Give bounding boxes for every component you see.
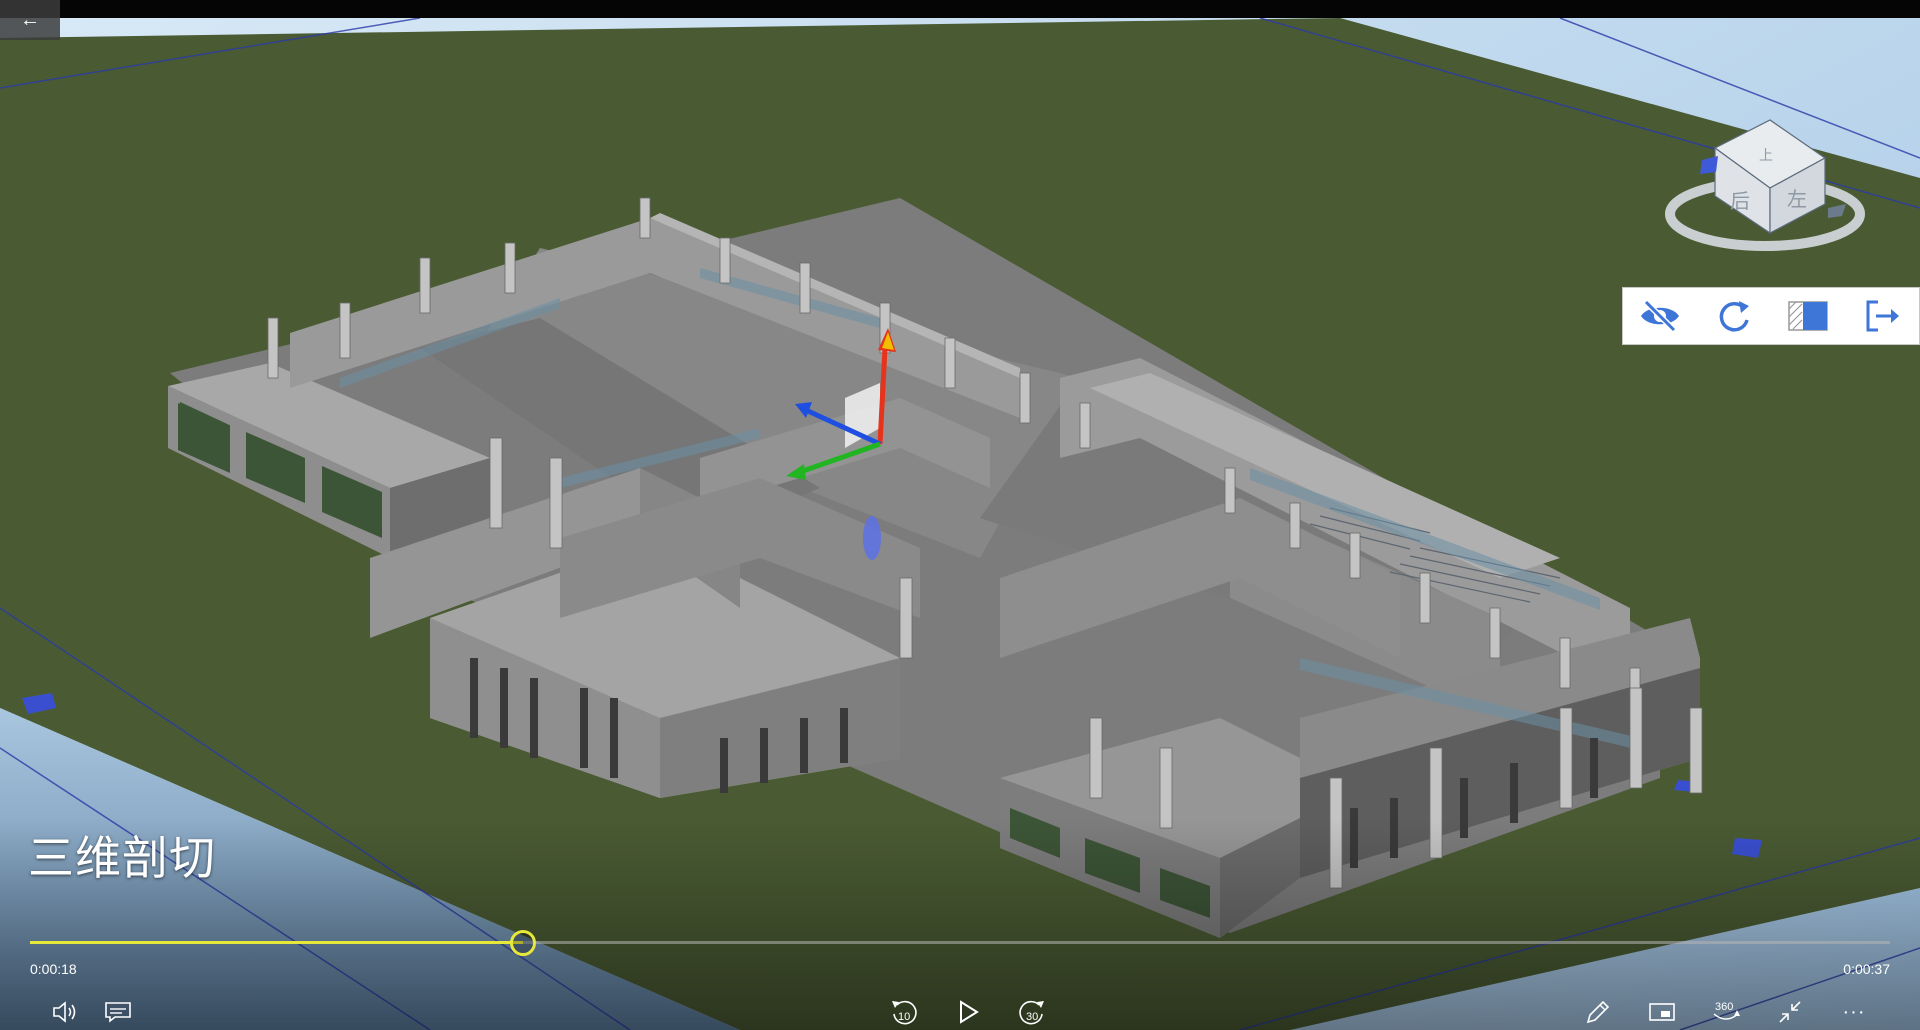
section-box-button[interactable] [1780,291,1836,341]
more-icon: ··· [1842,1000,1866,1023]
more-button[interactable]: ··· [1822,994,1886,1030]
view-360-button[interactable]: 360 [1694,994,1758,1030]
skip-forward-button[interactable]: 30 [1000,994,1064,1030]
back-button[interactable]: ← [0,0,60,40]
section-box-icon [1788,301,1828,331]
controls-left [40,994,144,1030]
reset-button[interactable] [1706,291,1762,341]
exit-icon [1866,300,1899,332]
collapse-icon [1779,1001,1801,1023]
view-cube-left-label: 左 [1787,187,1807,211]
subtitles-button[interactable] [92,994,144,1030]
pen-icon [1586,1000,1610,1024]
play-button[interactable] [936,994,1000,1030]
eye-off-icon [1641,299,1679,333]
video-caption: 三维剖切 [28,832,216,884]
clip-toolbar [1622,287,1920,345]
play-icon [960,1000,979,1024]
exit-clip-button[interactable] [1854,291,1910,341]
skip-back-button[interactable]: 10 [872,994,936,1030]
total-time: 0:00:37 [1843,961,1890,977]
seek-bar[interactable] [30,930,1890,956]
controls-center: 10 30 [872,994,1064,1030]
seek-thumb[interactable] [509,930,536,956]
miniview-icon [1649,1003,1675,1021]
volume-icon [53,1001,76,1023]
title-bar [0,0,1920,18]
controls-right: 360 ··· [1566,994,1886,1030]
current-time: 0:00:18 [30,961,77,977]
view-cube-top-label: 上 [1759,148,1773,164]
view-360-label: 360 [1715,1001,1734,1013]
hide-toggle-button[interactable] [1632,291,1688,341]
skip-back-label: 10 [898,1011,911,1023]
rotate-icon [1719,301,1749,332]
3d-viewport[interactable]: 上 后 左 [0,18,1920,1030]
volume-button[interactable] [40,994,92,1030]
skip-forward-label: 30 [1026,1011,1039,1023]
subtitles-icon [105,1002,131,1023]
miniview-button[interactable] [1630,994,1694,1030]
draw-button[interactable] [1566,994,1630,1030]
collapse-button[interactable] [1758,994,1822,1030]
seek-bar-played [30,941,523,944]
view-cube-back-label: 后 [1730,189,1750,213]
